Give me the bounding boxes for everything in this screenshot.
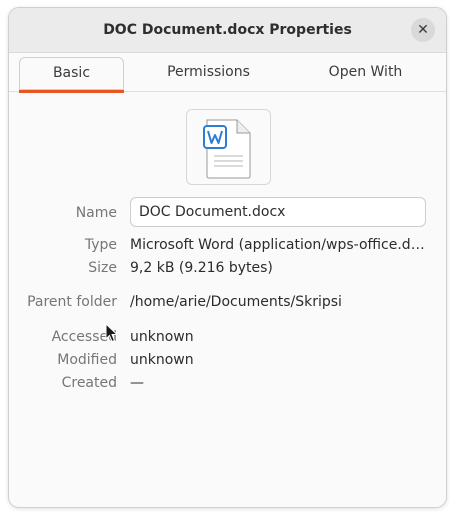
- tab-open-with[interactable]: Open With: [314, 57, 417, 88]
- created-value: —: [130, 375, 144, 391]
- type-value: Microsoft Word (application/wps-office.d…: [130, 237, 425, 253]
- file-icon-button[interactable]: [186, 109, 271, 185]
- tab-basic[interactable]: Basic: [19, 57, 124, 93]
- modified-value: unknown: [130, 352, 194, 368]
- titlebar: DOC Document.docx Properties ✕: [9, 8, 446, 53]
- mouse-pointer-icon: [105, 323, 119, 343]
- tab-permissions[interactable]: Permissions: [152, 57, 265, 88]
- parent-folder-label: Parent folder: [27, 294, 117, 310]
- accessed-value: unknown: [130, 329, 194, 345]
- name-label: Name: [75, 205, 117, 221]
- accessed-label: Accessed: [51, 329, 117, 345]
- close-icon: ✕: [417, 22, 429, 38]
- dialog-title: DOC Document.docx Properties: [103, 22, 352, 38]
- close-button[interactable]: ✕: [411, 18, 435, 42]
- size-label: Size: [88, 260, 117, 276]
- type-label: Type: [84, 237, 117, 253]
- tab-bar: Basic Permissions Open With: [9, 53, 446, 93]
- modified-label: Modified: [57, 352, 117, 368]
- properties-dialog: DOC Document.docx Properties ✕ Basic Per…: [8, 7, 447, 508]
- created-label: Created: [61, 375, 117, 391]
- size-value: 9,2 kB (9.216 bytes): [130, 260, 273, 276]
- name-input[interactable]: [130, 197, 426, 227]
- word-document-icon: [203, 119, 251, 179]
- parent-folder-value: /home/arie/Documents/Skripsi: [130, 294, 342, 310]
